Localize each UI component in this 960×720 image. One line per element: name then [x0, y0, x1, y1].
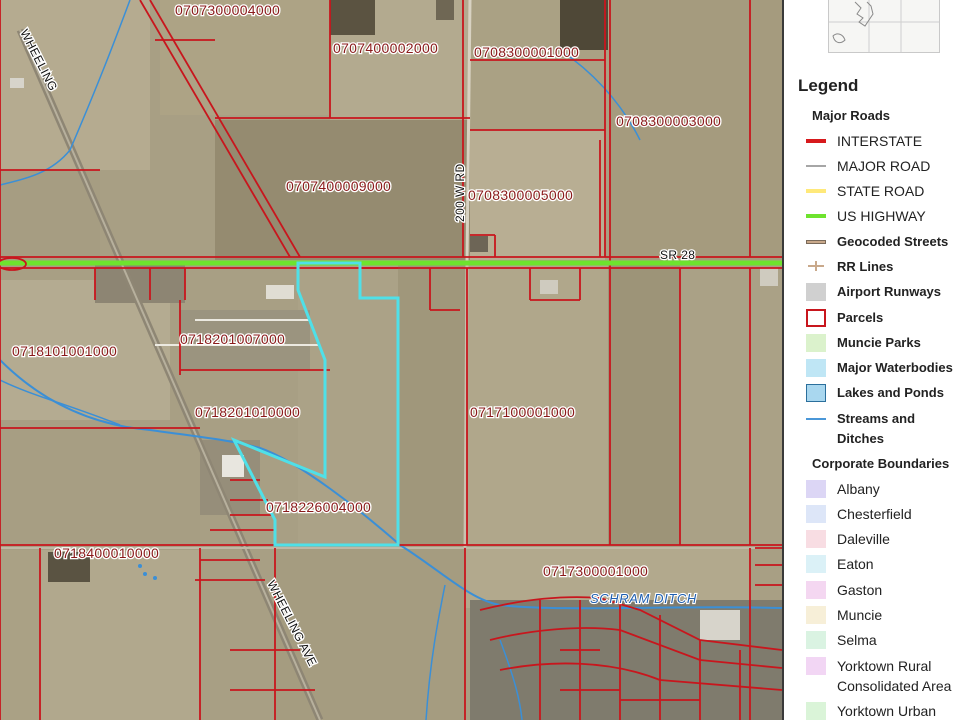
legend-item-label: Muncie — [837, 607, 883, 623]
legend-item-label: Gaston — [837, 582, 883, 598]
yorktown-urban-swatch — [806, 702, 826, 720]
airport-runways-swatch — [806, 283, 826, 301]
legend-item-label: Chesterfield — [837, 506, 912, 522]
legend-group-heading: Corporate Boundaries — [812, 456, 950, 471]
legend-item-label: Major Waterbodies — [837, 360, 953, 375]
parcel-label: 0708300005000 — [468, 187, 573, 203]
road-label-200-w-rd: 200 W RD — [453, 163, 467, 222]
legend-title: Legend — [798, 76, 859, 95]
road-label-sr28: SR 28 — [660, 248, 695, 262]
parcel-label: 0708300003000 — [616, 113, 721, 129]
legend-item-label: Yorktown Rural Consolidated Area — [837, 658, 952, 694]
parcel-label: 0717100001000 — [470, 404, 575, 420]
streams-and-ditches-swatch — [806, 418, 826, 420]
parcel-label: 0718226004000 — [266, 499, 371, 515]
legend-item-label: Airport Runways — [837, 284, 942, 299]
parcel-label: 0717300001000 — [543, 563, 648, 579]
chesterfield-swatch — [806, 505, 826, 523]
overview-map[interactable] — [828, 0, 940, 53]
legend-item-label: Parcels — [837, 310, 884, 325]
muncie-swatch — [806, 606, 826, 624]
state-road-swatch — [806, 189, 826, 193]
legend-item-label: Daleville — [837, 531, 890, 547]
daleville-swatch — [806, 530, 826, 548]
parcel-label: 0718101001000 — [12, 343, 117, 359]
legend-item-label: RR Lines — [837, 259, 894, 274]
rr-lines-swatch — [808, 261, 824, 271]
legend-item-label: Streams and Ditches — [837, 411, 916, 446]
aerial-map[interactable]: 0707300004000 0707400002000 070830000100… — [0, 0, 782, 720]
waterway-label-schram-ditch: SCHRAM DITCH — [590, 591, 697, 606]
legend-item-label: STATE ROAD — [837, 183, 925, 199]
legend-panel: Legend Major Roads INTERSTATE MAJOR ROAD… — [782, 0, 960, 720]
parcel-label: 0708300001000 — [474, 44, 579, 60]
interstate-swatch — [806, 139, 826, 143]
parcel-label: 0707300004000 — [175, 2, 280, 18]
parcel-label: 0707400002000 — [333, 40, 438, 56]
major-road-swatch — [806, 165, 826, 167]
legend-item-label: Lakes and Ponds — [837, 385, 944, 400]
legend-group-heading: Major Roads — [812, 108, 891, 123]
parcel-label: 0718400010000 — [54, 545, 159, 561]
legend-item-label: MAJOR ROAD — [837, 158, 931, 174]
overview-map-graphic — [829, 0, 939, 52]
parcels-swatch — [806, 309, 826, 327]
parcel-label: 0718201010000 — [195, 404, 300, 420]
legend-item-label: Albany — [837, 481, 880, 497]
lakes-and-ponds-swatch — [806, 384, 826, 402]
map-view[interactable]: 0707300004000 0707400002000 070830000100… — [0, 0, 782, 720]
legend-item-label: Geocoded Streets — [837, 234, 949, 249]
geocoded-streets-swatch — [806, 240, 826, 244]
albany-swatch — [806, 480, 826, 498]
legend-item-label: Selma — [837, 632, 877, 648]
yorktown-rural-swatch — [806, 657, 826, 675]
legend-item-label: Eaton — [837, 556, 874, 572]
legend-item-label: INTERSTATE — [837, 133, 923, 149]
major-waterbodies-swatch — [806, 359, 826, 377]
muncie-parks-swatch — [806, 334, 826, 352]
eaton-swatch — [806, 555, 826, 573]
legend-item-label: Yorktown Urban — [837, 703, 937, 719]
aerial-imagery — [0, 0, 782, 720]
selma-swatch — [806, 631, 826, 649]
gaston-swatch — [806, 581, 826, 599]
us-highway-swatch — [806, 214, 826, 218]
legend-item-label: Muncie Parks — [837, 335, 921, 350]
parcel-label: 0718201007000 — [180, 331, 285, 347]
legend-item-label: US HIGHWAY — [837, 208, 926, 224]
parcel-label: 0707400009000 — [286, 178, 391, 194]
